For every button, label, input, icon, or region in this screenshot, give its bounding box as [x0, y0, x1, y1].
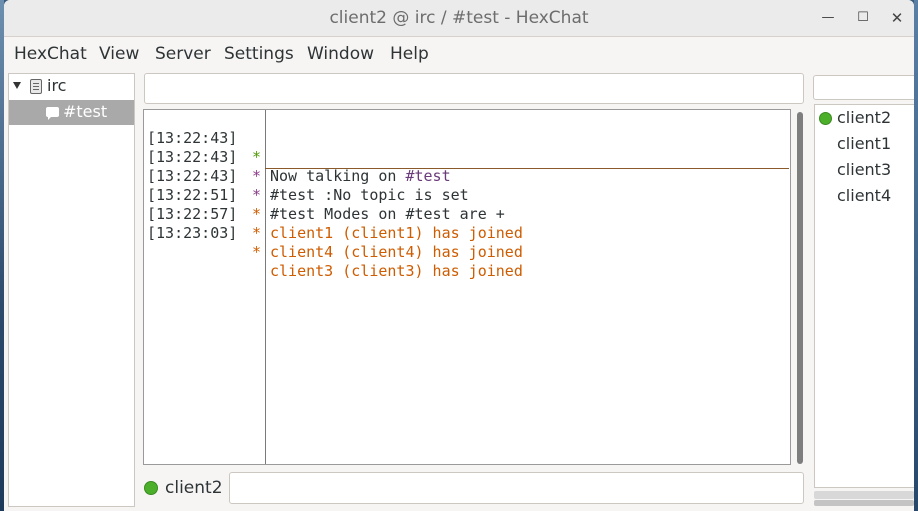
user-list[interactable]: client2 client1 client3 client4 — [814, 104, 914, 488]
hexchat-window: client2 @ irc / #test - HexChat — ☐ ✕ He… — [4, 0, 914, 511]
chat-line: [13:22:43] * #test Modes on #test are + — [144, 148, 790, 223]
menu-server[interactable]: Server — [155, 44, 211, 64]
user-list-item[interactable]: client3 — [815, 157, 914, 183]
chat-line: [13:22:43] * #test :No topic is set — [144, 129, 790, 204]
maximize-button[interactable]: ☐ — [852, 8, 874, 28]
chat-line: [13:23:03] * client3 (client3) has joine… — [144, 205, 790, 280]
expander-arrow-icon[interactable] — [13, 82, 21, 89]
user-name: client1 — [837, 134, 892, 153]
tree-item-channel[interactable]: #test — [9, 100, 134, 125]
menu-settings[interactable]: Settings — [224, 44, 294, 64]
close-button[interactable]: ✕ — [886, 8, 908, 28]
user-name: client2 — [837, 108, 892, 127]
user-count-field — [813, 75, 914, 100]
network-label: irc — [47, 76, 67, 95]
user-list-item[interactable]: client2 — [815, 105, 914, 131]
topic-field[interactable] — [144, 73, 804, 104]
title-bar[interactable]: client2 @ irc / #test - HexChat — ☐ ✕ — [4, 0, 914, 37]
tree-item-network[interactable]: irc — [9, 74, 134, 99]
window-title: client2 @ irc / #test - HexChat — [329, 8, 589, 28]
chat-message: client1 (client1) has joined — [270, 224, 523, 242]
chat-text-area[interactable]: [13:22:43] * Now talking on #test [13:22… — [143, 109, 791, 465]
menu-bar: HexChat View Server Settings Window Help — [4, 37, 914, 70]
user-list-scrollbar[interactable] — [814, 491, 914, 499]
chat-timestamp: [13:23:03] — [147, 224, 238, 242]
chat-line: [13:22:43] * Now talking on #test — [144, 110, 790, 185]
online-status-icon — [144, 481, 158, 495]
user-name: client3 — [837, 160, 892, 179]
chat-star: * — [252, 224, 262, 242]
menu-hexchat[interactable]: HexChat — [14, 44, 87, 64]
menu-help[interactable]: Help — [390, 44, 429, 64]
menu-window[interactable]: Window — [307, 44, 374, 64]
user-list-button-bar[interactable] — [814, 500, 914, 506]
chat-icon — [46, 107, 59, 120]
minimize-button[interactable]: — — [817, 8, 839, 28]
chat-star: * — [252, 243, 262, 261]
op-status-icon — [819, 112, 832, 125]
channel-label: #test — [63, 102, 108, 121]
user-list-item[interactable]: client4 — [815, 183, 914, 209]
chat-message: client3 (client3) has joined — [270, 262, 523, 280]
desktop-background-right — [914, 0, 918, 511]
user-list-item[interactable]: client1 — [815, 131, 914, 157]
channel-tree: irc #test — [8, 73, 135, 507]
nick-button[interactable]: client2 — [165, 478, 223, 498]
message-input[interactable] — [229, 472, 804, 504]
chat-message: client4 (client4) has joined — [270, 243, 523, 261]
chat-line: [13:22:51] * client1 (client1) has joine… — [144, 167, 790, 242]
chat-scrollbar-thumb[interactable] — [797, 112, 803, 464]
chat-scrollbar[interactable] — [794, 112, 804, 464]
menu-view[interactable]: View — [99, 44, 139, 64]
server-icon — [30, 79, 42, 94]
user-name: client4 — [837, 186, 892, 205]
chat-line: [13:22:57] * client4 (client4) has joine… — [144, 186, 790, 261]
